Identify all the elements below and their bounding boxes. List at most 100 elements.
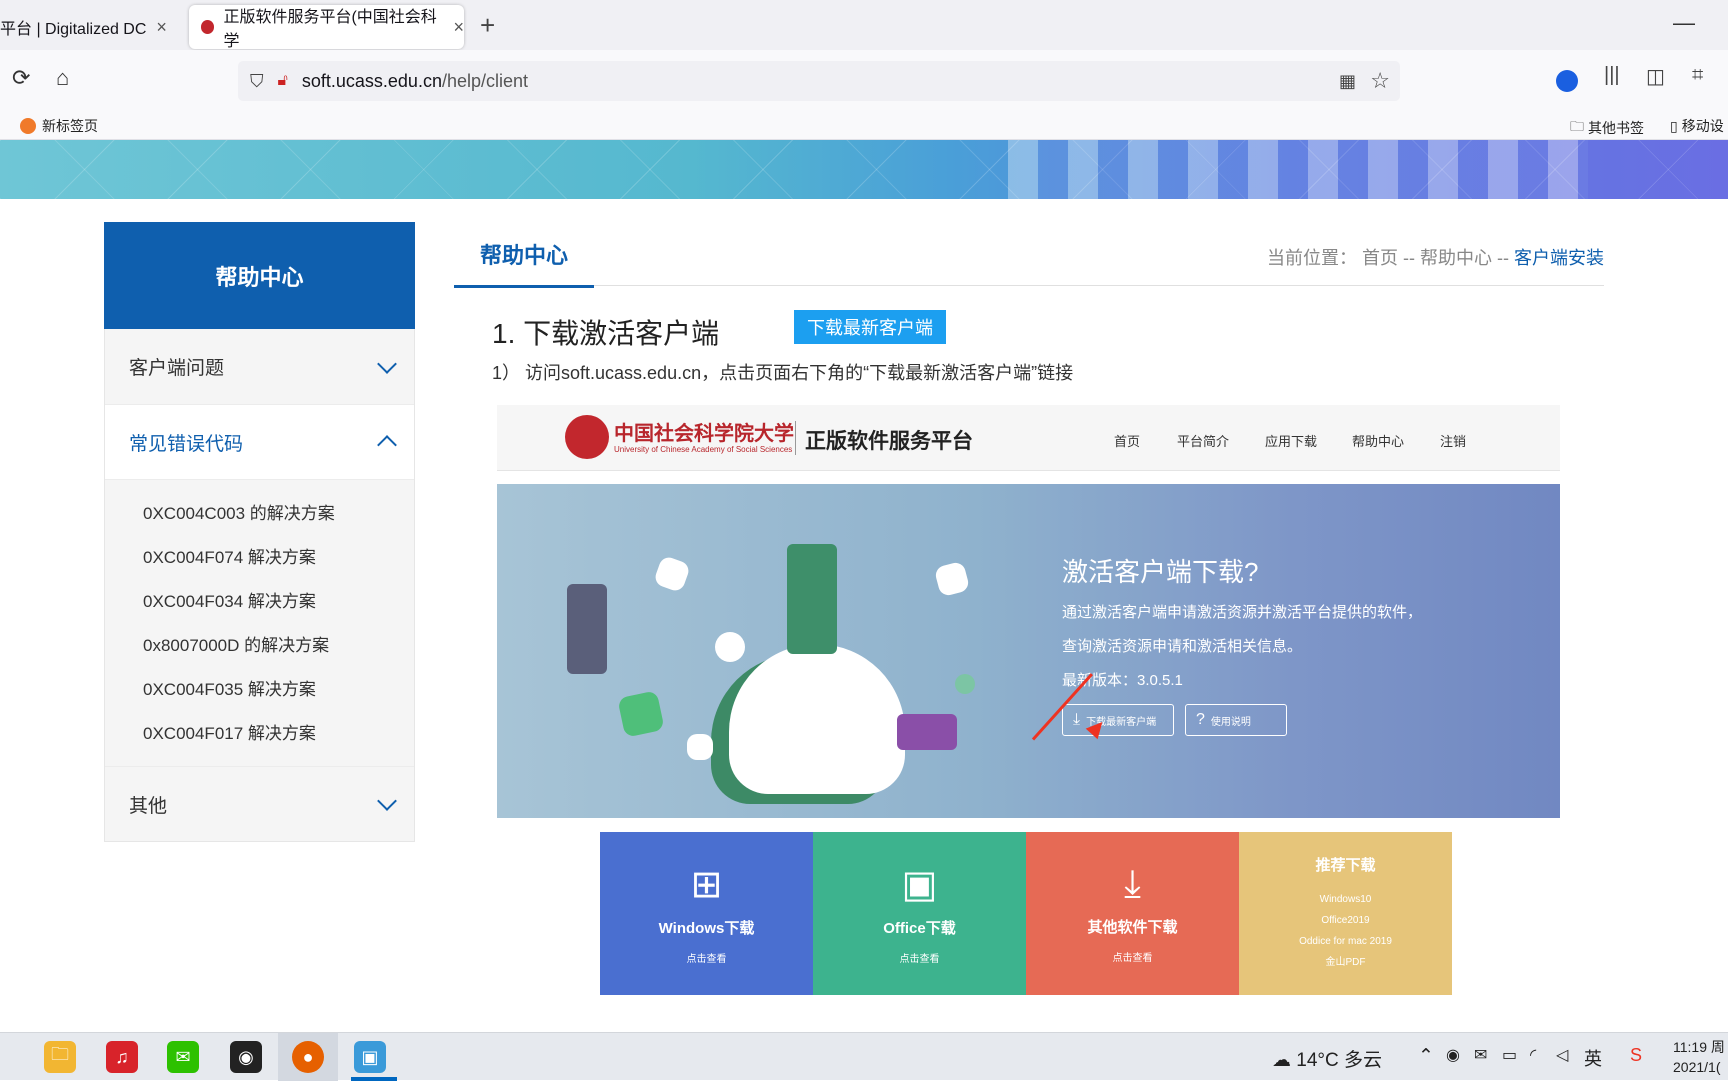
logo-divider [795,421,796,455]
mobile-icon: ▯ [1670,117,1678,134]
url-text[interactable]: soft.ucass.edu.cn/help/client [302,71,528,92]
browser-tab-digitalized[interactable]: 平台 | Digitalized DC × [0,5,172,49]
mobile-bookmarks[interactable]: ▯ 移动设 [1670,116,1724,136]
banner-illustration [1008,140,1588,199]
insecure-lock-icon[interactable]: 🔓︎ [278,72,288,90]
breadcrumb-home[interactable]: 首页 [1362,248,1398,268]
qq-tray-icon[interactable]: ◉ [1446,1045,1460,1065]
screenshot-nav-item: 首页 [1114,434,1141,449]
close-icon[interactable]: × [156,17,167,38]
instruction-screenshot: 中国社会科学院大学 University of Chinese Academy … [497,405,1560,995]
netease-music-icon[interactable]: ♫ [106,1041,138,1073]
screenshot-nav-item: 平台简介 [1177,434,1230,449]
screenshot-header: 中国社会科学院大学 University of Chinese Academy … [497,405,1560,471]
windows-icon: ⊞ [690,864,723,906]
tab-help-center[interactable]: 帮助中心 [454,222,594,288]
app-icon[interactable]: ▣ [354,1041,386,1073]
wechat-tray-icon[interactable]: ✉ [1474,1045,1487,1065]
help-sidebar: 帮助中心 客户端问题 常见错误代码 0XC004C003 的解决方案 0XC00… [104,222,415,842]
app-running-indicator [351,1077,397,1081]
recommended-download-tile: 推荐下载 Windows10 Office2019 Oddice for mac… [1239,832,1452,995]
sidebar-item-client-issues[interactable]: 客户端问题 [105,329,414,404]
qr-code-icon[interactable]: ▦ [1339,71,1356,92]
error-code-link[interactable]: 0XC004F074 解决方案 [143,536,414,580]
qq-icon[interactable]: ◉ [230,1041,262,1073]
close-icon[interactable]: × [453,17,464,38]
wechat-icon[interactable]: ✉ [167,1041,199,1073]
office-download-tile: ▣ Office下载 点击查看 [813,832,1026,995]
new-tab-button[interactable]: + [480,10,495,41]
person-jumping-illustration [787,544,837,654]
download-icon: ⤓ [1073,711,1081,728]
location-badge-icon [933,560,971,598]
windows-taskbar: 🗀 ♫ ✉ ◉ ● ▣ ☁ 14°C 多云 ⌃ ◉ ✉ ▭ ◜ ◁ 英 S 11… [0,1032,1728,1081]
leaf-badge-icon [652,554,692,594]
person-lying-illustration [897,714,957,750]
step-title: 1. 下载激活客户端 [492,318,720,349]
error-code-list: 0XC004C003 的解决方案 0XC004F074 解决方案 0XC004F… [105,479,414,766]
file-explorer-icon[interactable]: 🗀 [44,1041,76,1073]
breadcrumb-current[interactable]: 客户端安装 [1514,248,1604,268]
sidebar-item-other[interactable]: 其他 [105,766,414,841]
system-clock[interactable]: 11:19 周 2021/1( [1673,1037,1725,1077]
screenshot-nav-item: 应用下载 [1265,434,1318,449]
tab-bar: 平台 | Digitalized DC × 正版软件服务平台(中国社会科学 × … [0,0,1728,50]
hero-title: 激活客户端下载? [1062,557,1259,587]
minimize-button[interactable]: — [1673,10,1695,36]
header-banner [0,140,1728,199]
breadcrumb: 当前位置： 首页 -- 帮助中心 -- 客户端安装 [1266,248,1604,268]
chevron-down-icon [377,791,397,811]
other-bookmarks[interactable]: 🗀 其他书签 [1570,116,1644,140]
sidebar-toggle-icon[interactable]: ◫ [1646,64,1665,89]
volume-icon[interactable]: ◁ [1556,1045,1568,1065]
download-tiles: ⊞ Windows下载 点击查看 ▣ Office下载 点击查看 ⤓ 其他软件下… [600,832,1452,995]
wifi-icon[interactable]: ◜ [1530,1045,1536,1065]
hero-description: 查询激活资源申请和激活相关信息。 [1062,638,1303,655]
firefox-icon[interactable]: ● [292,1041,324,1073]
tab-title: 平台 | Digitalized DC [0,21,147,38]
error-code-link[interactable]: 0x8007000D 的解决方案 [143,624,414,668]
download-client-button[interactable]: 下载最新客户端 [794,310,946,344]
cloud-illustration [729,644,905,794]
error-code-link[interactable]: 0XC004F035 解决方案 [143,668,414,712]
windows-download-tile: ⊞ Windows下载 点击查看 [600,832,813,995]
hero-description: 通过激活客户端申请激活资源并激活平台提供的软件， [1062,604,1423,621]
account-icon[interactable] [1556,70,1578,92]
home-icon[interactable]: ⌂ [56,65,69,91]
favicon-icon [201,20,215,34]
platform-name: 正版软件服务平台 [805,428,973,453]
battery-icon[interactable]: ▭ [1502,1045,1517,1065]
weather-widget[interactable]: ☁ 14°C 多云 [1272,1045,1382,1072]
screenshot-hero: 激活客户端下载? 通过激活客户端申请激活资源并激活平台提供的软件， 查询激活资源… [497,484,1560,818]
navigation-bar: ⟳ ⌂ ⛉ 🔓︎ soft.ucass.edu.cn/help/client ▦… [0,50,1728,112]
error-code-link[interactable]: 0XC004F017 解决方案 [143,712,414,756]
shield-icon[interactable]: ⛉ [250,71,264,92]
sidebar-sections: 客户端问题 常见错误代码 0XC004C003 的解决方案 0XC004F074… [104,329,415,842]
calendar-badge-icon [617,690,665,738]
sogou-icon[interactable]: S [1630,1045,1642,1066]
reload-icon[interactable]: ⟳ [12,65,30,91]
bookmark-star-icon[interactable]: ☆ [1370,68,1390,94]
chevron-up-icon [377,435,397,455]
browser-tab-soft-platform[interactable]: 正版软件服务平台(中国社会科学 × [189,5,464,50]
folder-icon: 🗀 [1570,118,1584,134]
chevron-up-icon[interactable]: ⌃ [1418,1045,1434,1068]
url-bar[interactable]: ⛉ 🔓︎ soft.ucass.edu.cn/help/client ▦ ☆ [238,61,1400,101]
breadcrumb-help[interactable]: 帮助中心 [1420,248,1492,268]
tab-title: 正版软件服务平台(中国社会科学 [223,9,437,50]
error-code-link[interactable]: 0XC004C003 的解决方案 [143,492,414,536]
ime-indicator[interactable]: 英 [1584,1045,1602,1071]
crop-icon[interactable]: ⌗ [1692,64,1703,87]
error-code-link[interactable]: 0XC004F034 解决方案 [143,580,414,624]
bookmark-new-tab[interactable]: 新标签页 [20,116,98,136]
library-icon[interactable]: ||| [1604,64,1620,87]
screenshot-nav-item: 帮助中心 [1352,434,1405,449]
university-name: 中国社会科学院大学 [614,421,794,445]
person-laptop-illustration [567,584,607,674]
question-icon: ? [1196,711,1205,728]
office-icon: ▣ [901,864,938,906]
step-description: 1） 访问soft.ucass.edu.cn，点击页面右下角的“下载最新激活客户… [492,363,1074,383]
sidebar-item-error-codes[interactable]: 常见错误代码 [105,404,414,479]
tag-badge-icon [955,674,975,694]
screenshot-help-button: ? 使用说明 [1185,704,1287,736]
